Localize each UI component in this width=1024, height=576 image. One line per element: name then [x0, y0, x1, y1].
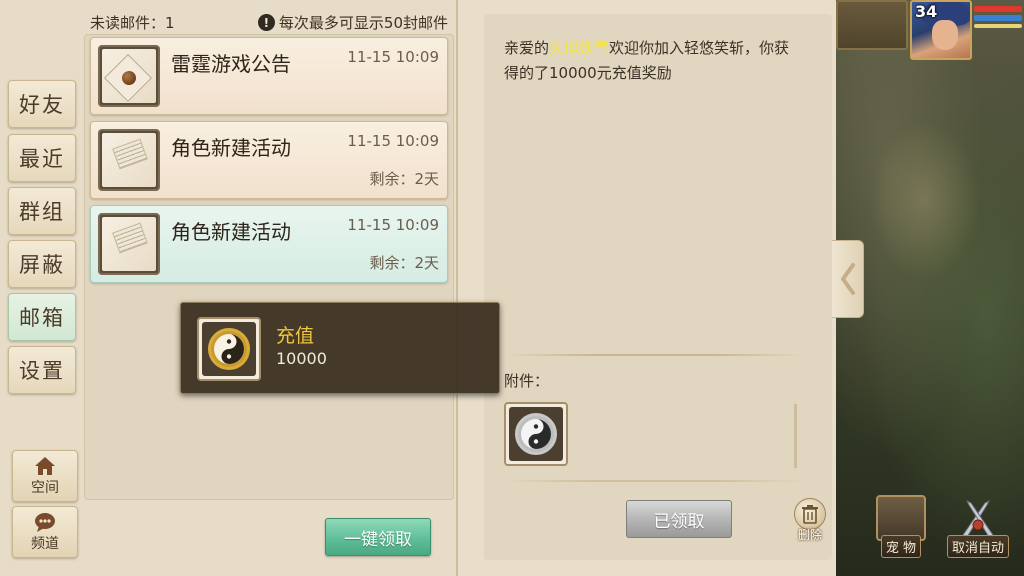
hud-status-frame — [836, 0, 908, 50]
mail-title: 雷霆游戏公告 — [171, 52, 291, 76]
mail-time: 11-15 10:09 — [347, 132, 439, 150]
open-envelope-icon — [98, 213, 160, 275]
mail-limit-note: ! 每次最多可显示50封邮件 — [257, 12, 448, 33]
mail-remaining: 剩余：2天 — [369, 254, 439, 272]
cancel-auto-label: 取消自动 — [946, 535, 1009, 558]
claimed-button[interactable]: 已领取 — [626, 500, 732, 538]
player-name: 久似妖气 — [549, 39, 610, 57]
nav-recent[interactable]: 最近 — [8, 134, 76, 182]
pet-button[interactable]: 宠 物 — [872, 490, 930, 558]
home-icon — [35, 457, 55, 475]
collapse-panel-tab[interactable] — [832, 240, 864, 318]
side-nav: 好友 最近 群组 屏蔽 邮箱 设置 空间 频道 — [4, 80, 80, 570]
nav-mailbox-label: 邮箱 — [19, 306, 65, 330]
cancel-auto-button[interactable]: 取消自动 — [946, 490, 1010, 558]
greeting-prefix: 亲爱的 — [504, 39, 550, 57]
pet-label: 宠 物 — [880, 535, 922, 558]
nav-friends-label: 好友 — [19, 93, 65, 117]
hp-bar — [974, 6, 1022, 12]
attachment-scrollbar[interactable] — [794, 404, 797, 468]
mail-remaining: 剩余：2天 — [369, 170, 439, 188]
mail-window: 好友 最近 群组 屏蔽 邮箱 设置 空间 频道 未读邮件：1 ! 每次最多可显示… — [0, 0, 836, 576]
claim-all-label: 一键领取 — [344, 529, 412, 550]
chat-bubble-icon — [35, 513, 55, 532]
attachment-slot[interactable] — [504, 402, 568, 466]
mail-title: 角色新建活动 — [171, 220, 291, 244]
mail-item[interactable]: 角色新建活动 11-15 10:09 剩余：2天 — [90, 121, 448, 199]
sealed-envelope-icon — [98, 45, 160, 107]
open-envelope-icon — [98, 129, 160, 191]
divider — [504, 480, 804, 482]
chevron-left-icon — [840, 263, 855, 295]
nav-friends[interactable]: 好友 — [8, 80, 76, 128]
mp-bar — [974, 15, 1022, 21]
nav-blocked[interactable]: 屏蔽 — [8, 240, 76, 288]
reward-item-amount: 10000 — [276, 349, 327, 368]
taiji-silver-icon — [515, 413, 557, 455]
taiji-gold-icon — [208, 328, 250, 370]
space-button[interactable]: 空间 — [12, 450, 78, 502]
space-label: 空间 — [31, 480, 59, 496]
nav-groups[interactable]: 群组 — [8, 187, 76, 235]
reward-item-name: 充值 — [276, 325, 315, 347]
nav-blocked-label: 屏蔽 — [19, 253, 65, 277]
mail-limit-text: 每次最多可显示50封邮件 — [278, 14, 448, 32]
delete-label: 删除 — [797, 528, 822, 542]
unread-count: 未读邮件：1 — [90, 14, 175, 32]
mail-list: 雷霆游戏公告 11-15 10:09 角色新建活动 11-15 10:09 剩余… — [84, 34, 454, 500]
reward-item-slot — [197, 317, 261, 381]
warning-icon: ! — [257, 14, 275, 31]
mail-list-header: 未读邮件：1 ! 每次最多可显示50封邮件 — [86, 8, 452, 34]
divider — [504, 354, 804, 356]
attachment-label: 附件： — [504, 372, 550, 390]
delete-button[interactable]: 删除 — [790, 498, 830, 544]
nav-groups-label: 群组 — [19, 200, 65, 224]
mail-time: 11-15 10:09 — [347, 48, 439, 66]
mail-title: 角色新建活动 — [171, 136, 291, 160]
nav-settings[interactable]: 设置 — [8, 346, 76, 394]
mail-item-selected[interactable]: 角色新建活动 11-15 10:09 剩余：2天 — [90, 205, 448, 283]
claimed-label: 已领取 — [653, 511, 705, 532]
nav-mailbox[interactable]: 邮箱 — [8, 293, 76, 341]
channel-button[interactable]: 频道 — [12, 506, 78, 558]
reward-tooltip: 充值 10000 — [180, 302, 500, 394]
mail-body: 亲爱的久似妖气欢迎你加入轻悠笑斩，你获得的了10000元充值奖励 — [504, 36, 804, 86]
player-level: 34 — [915, 2, 938, 21]
claim-all-button[interactable]: 一键领取 — [325, 518, 431, 556]
mail-detail-content: 亲爱的久似妖气欢迎你加入轻悠笑斩，你获得的了10000元充值奖励 附件： 已领取… — [484, 14, 832, 560]
mail-time: 11-15 10:09 — [347, 216, 439, 234]
mail-detail-panel: 亲爱的久似妖气欢迎你加入轻悠笑斩，你获得的了10000元充值奖励 附件： 已领取… — [456, 0, 836, 576]
mail-item[interactable]: 雷霆游戏公告 11-15 10:09 — [90, 37, 448, 115]
nav-recent-label: 最近 — [19, 147, 65, 171]
channel-label: 频道 — [31, 536, 59, 552]
nav-settings-label: 设置 — [19, 359, 65, 383]
exp-bar — [974, 24, 1022, 28]
avatar-face — [932, 20, 958, 50]
